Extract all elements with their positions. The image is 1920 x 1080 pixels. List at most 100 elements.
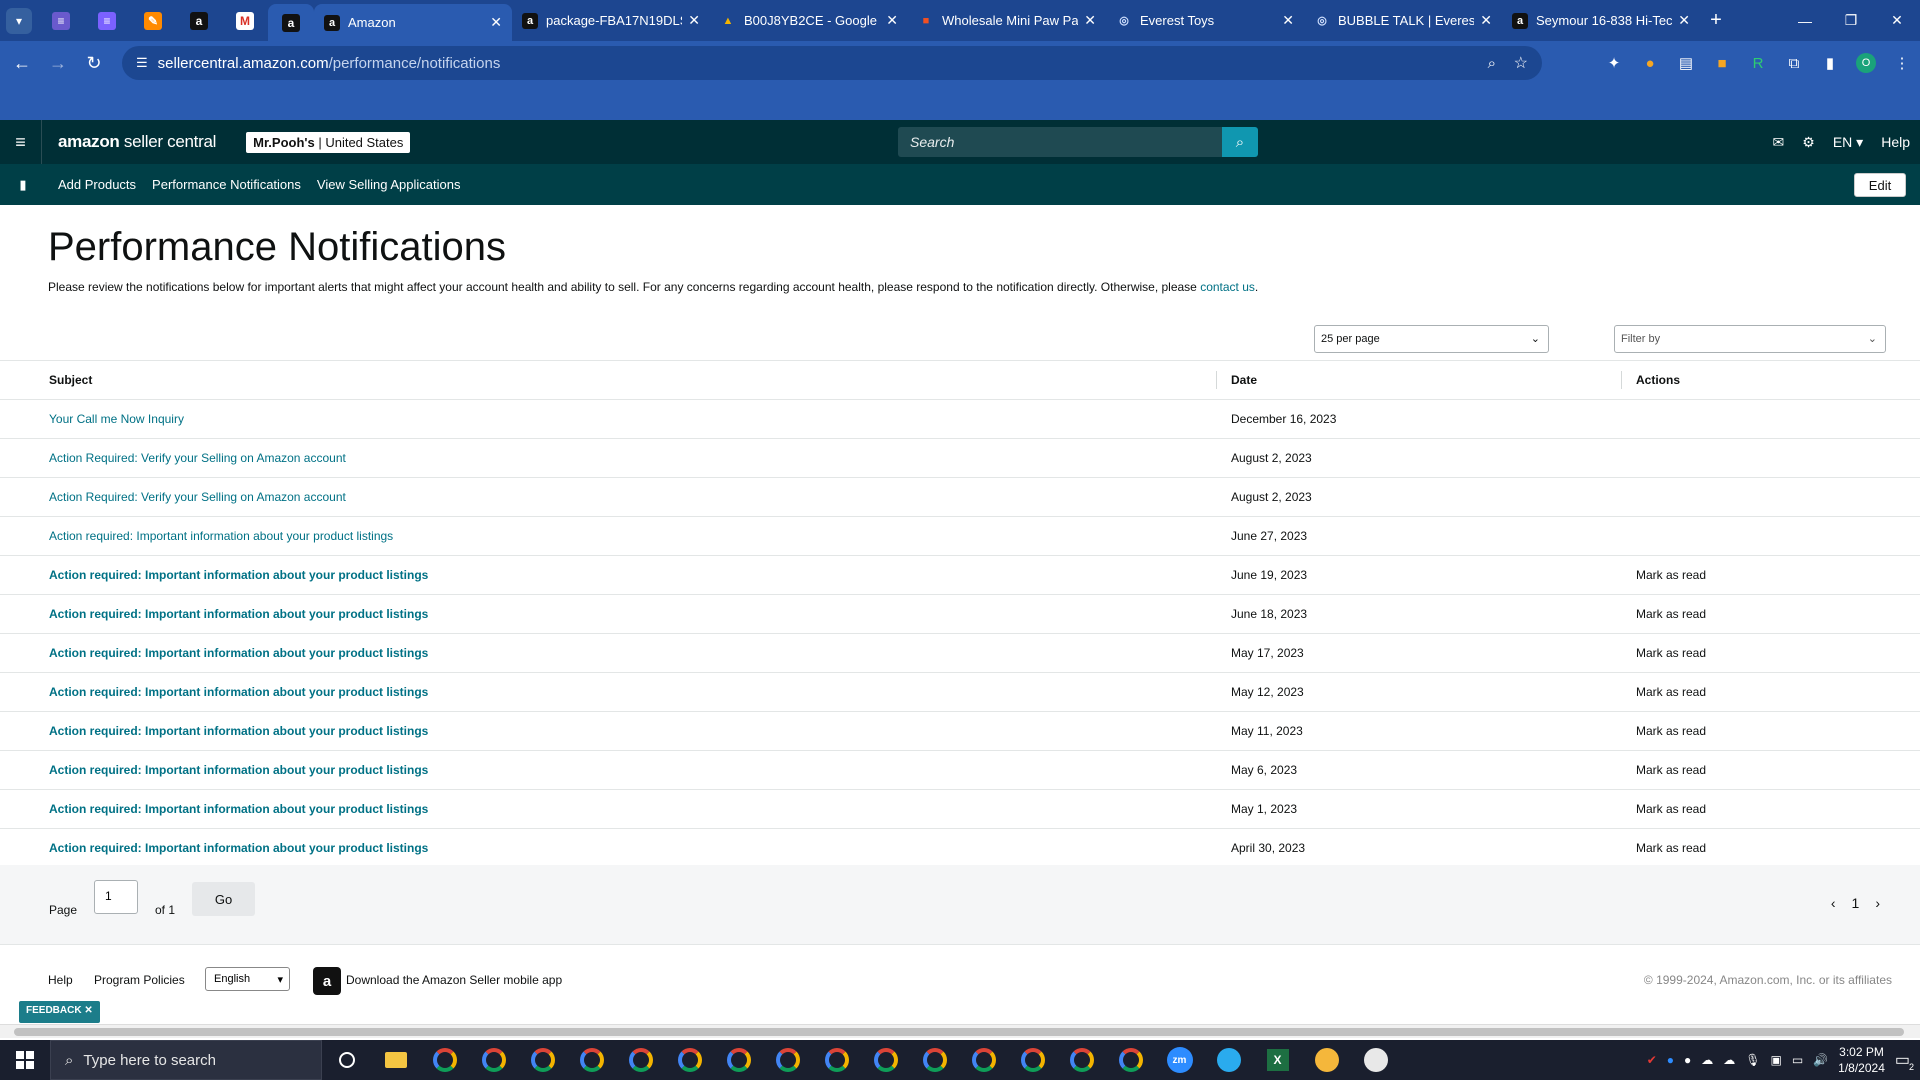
mark-as-read-link[interactable]: Mark as read <box>1636 646 1706 660</box>
subnav-performance-notifications[interactable]: Performance Notifications <box>152 177 301 192</box>
menu-icon[interactable]: ≡ <box>0 120 42 164</box>
tray-icon[interactable]: ● <box>1667 1053 1674 1067</box>
account-switcher[interactable]: Mr.Pooh's | United States <box>246 131 411 153</box>
close-tab-icon[interactable]: ✕ <box>688 12 700 29</box>
mark-as-read-link[interactable]: Mark as read <box>1636 685 1706 699</box>
download-app-link[interactable]: Download the Amazon Seller mobile app <box>346 973 562 987</box>
close-tab-icon[interactable]: ✕ <box>1480 12 1492 29</box>
chevron-right-icon[interactable]: › <box>1875 895 1880 911</box>
windows-start-icon[interactable] <box>0 1040 50 1080</box>
pinned-tab[interactable]: M <box>222 0 268 41</box>
telegram-icon[interactable] <box>1204 1040 1253 1080</box>
browser-tab[interactable]: a Seymour 16-838 Hi-Tec ✕ <box>1502 0 1700 41</box>
tab-search-button[interactable]: ▾ <box>6 7 32 34</box>
chevron-left-icon[interactable]: ‹ <box>1831 895 1836 911</box>
microphone-icon[interactable]: 🎙 <box>1745 1053 1760 1067</box>
browser-tab[interactable]: ▲ B00J8YB2CE - Google D ✕ <box>710 0 908 41</box>
footer-help-link[interactable]: Help <box>48 973 73 987</box>
filter-select[interactable]: Filter by ⌄ <box>1614 325 1886 353</box>
page-number-input[interactable]: 1 <box>94 880 138 914</box>
chrome-profile-icon[interactable] <box>616 1040 665 1080</box>
browser-tab[interactable]: a package-FBA17N19DLS ✕ <box>512 0 710 41</box>
extension-icon[interactable]: ▤ <box>1668 41 1704 85</box>
horizontal-scrollbar[interactable] <box>0 1024 1920 1038</box>
chrome-profile-icon[interactable] <box>1057 1040 1106 1080</box>
pinned-tab[interactable]: ✎ <box>130 0 176 41</box>
zoom-icon[interactable]: ⌕ <box>1488 55 1496 72</box>
chrome-profile-icon[interactable] <box>861 1040 910 1080</box>
zoom-app-icon[interactable]: zm <box>1155 1040 1204 1080</box>
chrome-profile-icon[interactable] <box>959 1040 1008 1080</box>
header-date[interactable]: Date <box>1231 373 1257 387</box>
close-tab-icon[interactable]: ✕ <box>886 12 898 29</box>
search-input[interactable] <box>898 127 1222 157</box>
chrome-profile-icon[interactable] <box>763 1040 812 1080</box>
footer-program-policies-link[interactable]: Program Policies <box>94 973 185 987</box>
notifications-icon[interactable]: ▭ 2 <box>1895 1050 1914 1072</box>
pinned-tab[interactable]: a <box>268 4 314 41</box>
close-tab-icon[interactable]: ✕ <box>1282 12 1294 29</box>
new-tab-button[interactable]: + <box>1700 9 1732 32</box>
mark-as-read-link[interactable]: Mark as read <box>1636 568 1706 582</box>
feedback-button[interactable]: FEEDBACK ✕ <box>19 1001 100 1023</box>
restore-icon[interactable]: ❐ <box>1828 0 1874 41</box>
chrome-profile-icon[interactable] <box>469 1040 518 1080</box>
site-info-icon[interactable]: ☰ <box>136 55 148 71</box>
seller-central-logo[interactable]: amazon seller central <box>58 132 216 152</box>
pinned-tab[interactable]: ≡ <box>38 0 84 41</box>
chrome-profile-icon[interactable] <box>420 1040 469 1080</box>
header-subject[interactable]: Subject <box>49 373 92 387</box>
extension-icon[interactable]: ● <box>1632 41 1668 85</box>
help-link[interactable]: Help <box>1881 134 1910 150</box>
chrome-profile-icon[interactable] <box>1106 1040 1155 1080</box>
chrome-profile-icon[interactable] <box>910 1040 959 1080</box>
search-button[interactable]: ⌕ <box>1222 127 1258 157</box>
edit-button[interactable]: Edit <box>1854 173 1906 197</box>
file-explorer-icon[interactable] <box>371 1040 420 1080</box>
extension-icon[interactable]: R <box>1740 41 1776 85</box>
mark-as-read-link[interactable]: Mark as read <box>1636 841 1706 855</box>
mark-as-read-link[interactable]: Mark as read <box>1636 802 1706 816</box>
browser-tab[interactable]: ◎ Everest Toys ✕ <box>1106 0 1304 41</box>
subnav-view-selling-applications[interactable]: View Selling Applications <box>317 177 461 192</box>
extensions-puzzle-icon[interactable]: ⧉ <box>1776 41 1812 85</box>
address-bar[interactable]: ☰ sellercentral.amazon.com/performance/n… <box>122 46 1542 80</box>
volume-icon[interactable]: 🔊 <box>1813 1053 1828 1067</box>
chrome-profile-icon[interactable] <box>518 1040 567 1080</box>
side-panel-icon[interactable]: ▮ <box>1812 41 1848 85</box>
reload-icon[interactable]: ↻ <box>76 53 112 74</box>
chrome-profile-icon[interactable] <box>567 1040 616 1080</box>
notification-subject-link[interactable]: Action required: Important information a… <box>49 685 428 699</box>
footer-language-select[interactable]: English ▾ <box>205 967 290 991</box>
task-view-icon[interactable] <box>322 1040 371 1080</box>
close-tab-icon[interactable]: ✕ <box>490 14 502 31</box>
close-tab-icon[interactable]: ✕ <box>1084 12 1096 29</box>
extension-icon[interactable]: ■ <box>1704 41 1740 85</box>
notification-subject-link[interactable]: Action required: Important information a… <box>49 841 428 855</box>
notification-subject-link[interactable]: Action required: Important information a… <box>49 568 428 582</box>
notification-subject-link[interactable]: Action Required: Verify your Selling on … <box>49 490 346 504</box>
go-button[interactable]: Go <box>192 882 255 916</box>
extension-icon[interactable]: ✦ <box>1596 41 1632 85</box>
amazon-app-icon[interactable]: a <box>313 967 341 995</box>
app-icon[interactable] <box>1302 1040 1351 1080</box>
scrollbar-thumb[interactable] <box>14 1028 1904 1036</box>
notification-subject-link[interactable]: Action required: Important information a… <box>49 763 428 777</box>
mark-as-read-link[interactable]: Mark as read <box>1636 607 1706 621</box>
back-icon[interactable]: ← <box>4 53 40 74</box>
pinned-tab[interactable]: a <box>176 0 222 41</box>
network-icon[interactable]: ▭ <box>1792 1053 1803 1067</box>
notification-subject-link[interactable]: Action required: Important information a… <box>49 724 428 738</box>
tray-icon[interactable]: ✔ <box>1647 1053 1657 1067</box>
current-page[interactable]: 1 <box>1852 895 1860 911</box>
browser-tab[interactable]: ■ Wholesale Mini Paw Pat ✕ <box>908 0 1106 41</box>
close-icon[interactable]: ✕ <box>84 1005 92 1016</box>
mark-as-read-link[interactable]: Mark as read <box>1636 724 1706 738</box>
chrome-profile-icon[interactable] <box>665 1040 714 1080</box>
per-page-select[interactable]: 25 per page ⌄ <box>1314 325 1549 353</box>
chrome-profile-icon[interactable] <box>714 1040 763 1080</box>
notification-subject-link[interactable]: Your Call me Now Inquiry <box>49 412 184 426</box>
excel-icon[interactable]: X <box>1253 1040 1302 1080</box>
minimize-icon[interactable]: — <box>1782 0 1828 41</box>
browser-menu-icon[interactable]: ⋮ <box>1884 41 1920 85</box>
